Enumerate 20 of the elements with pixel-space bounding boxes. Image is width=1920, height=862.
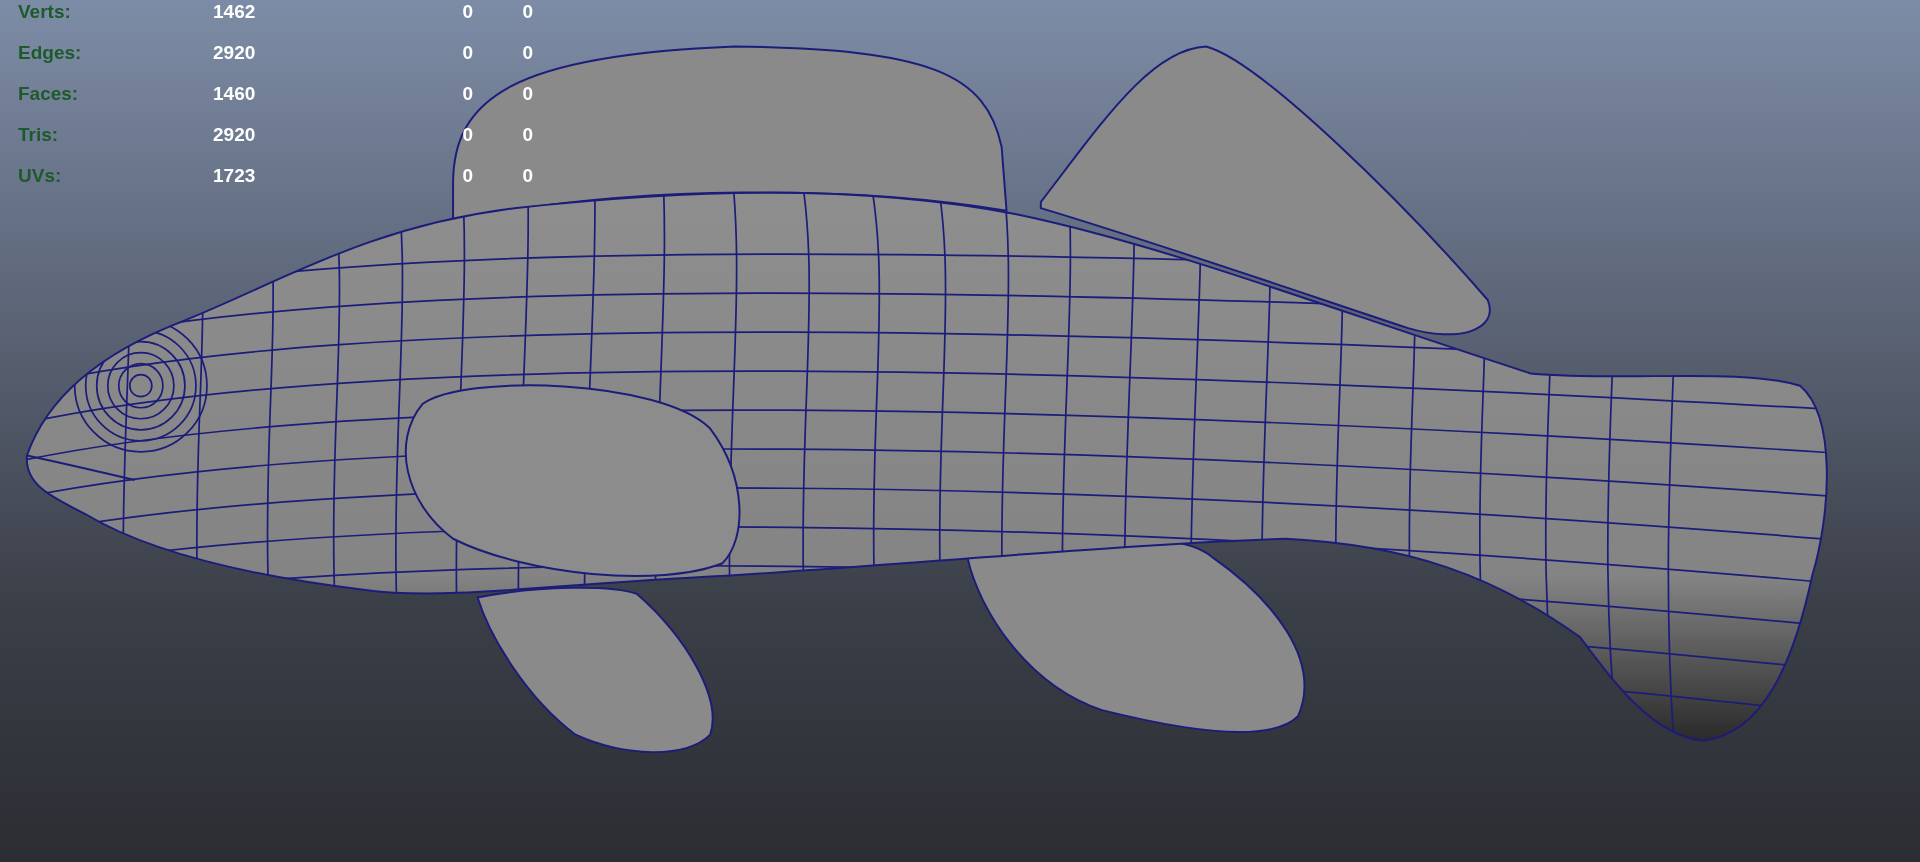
stat-value: 0 [521, 42, 533, 64]
stat-value: 0 [521, 83, 533, 105]
stat-value: 2920 [213, 42, 257, 64]
stat-value: 0 [461, 165, 473, 187]
stat-value: 2920 [213, 124, 257, 146]
stat-value: 0 [521, 1, 533, 23]
stat-value: 1460 [213, 83, 257, 105]
stat-label: Faces: [18, 83, 80, 105]
stat-value: 0 [461, 42, 473, 64]
stat-value: 0 [461, 1, 473, 23]
stat-value: 0 [521, 165, 533, 187]
stat-value: 0 [461, 83, 473, 105]
stat-value: 0 [521, 124, 533, 146]
stat-label: UVs: [18, 165, 63, 187]
stat-value: 0 [461, 124, 473, 146]
stat-label: Verts: [18, 1, 72, 23]
stat-label: Tris: [18, 124, 60, 146]
stat-label: Edges: [18, 42, 83, 64]
stat-value: 1462 [213, 1, 257, 23]
stat-value: 1723 [213, 165, 257, 187]
